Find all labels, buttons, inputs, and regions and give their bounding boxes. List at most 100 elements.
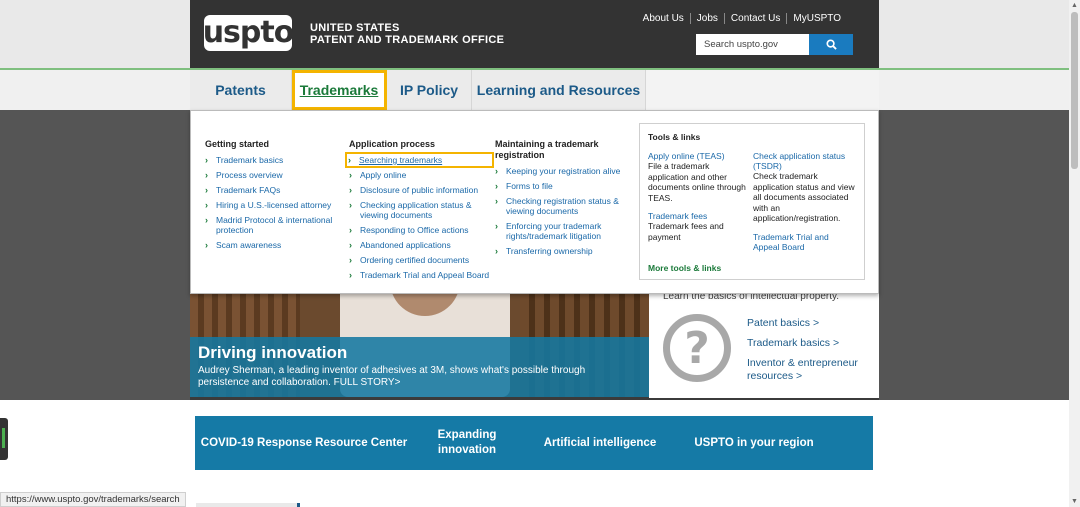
nav-tab-learning-resources[interactable]: Learning and Resources — [472, 70, 646, 110]
org-name-line1: UNITED STATES — [310, 22, 400, 34]
tsdr-description: Check trademark application status and v… — [753, 171, 855, 223]
link-jobs[interactable]: Jobs — [689, 13, 724, 24]
menu-link-office-actions[interactable]: › Responding to Office actions — [349, 225, 491, 235]
menu-column-application-process: Application process › Searching trademark… — [345, 139, 494, 285]
page-background-left — [0, 110, 190, 400]
chevron-right-icon: › — [349, 270, 352, 280]
fees-description: Trademark fees and payment — [648, 221, 724, 242]
chevron-right-icon: › — [495, 221, 498, 231]
link-artificial-intelligence[interactable]: Artificial intelligence — [521, 436, 679, 451]
scrollbar-thumb[interactable] — [1071, 12, 1078, 169]
link-expanding-innovation[interactable]: Expanding innovation — [413, 428, 521, 458]
link-patent-basics[interactable]: Patent basics > — [747, 317, 875, 330]
tools-and-links-box: Tools & links Apply online (TEAS) File a… — [639, 123, 865, 280]
trademarks-mega-menu: Getting started › Trademark basics › Proce… — [190, 110, 879, 294]
chevron-right-icon: › — [495, 181, 498, 191]
chevron-right-icon: › — [495, 196, 498, 206]
menu-link-hiring-attorney[interactable]: › Hiring a U.S.-licensed attorney — [205, 200, 335, 210]
menu-column-heading: Application process — [349, 139, 436, 149]
tools-column-left: Apply online (TEAS) File a trademark app… — [648, 151, 750, 250]
link-tsdr[interactable]: Check application status (TSDR) — [753, 151, 855, 171]
utility-links: About Us Jobs Contact Us MyUSPTO — [637, 13, 847, 24]
link-inventor-resources[interactable]: Inventor & entrepreneur resources > — [747, 357, 875, 383]
menu-link-keeping-registration[interactable]: › Keeping your registration alive — [495, 166, 629, 176]
menu-column-maintaining: Maintaining a trademark registration › Ke… — [495, 139, 629, 261]
org-name: UNITED STATES PATENT AND TRADEMARK OFFIC… — [310, 22, 504, 46]
feature-links-bar: COVID-19 Response Resource Center Expand… — [195, 416, 873, 470]
indicator-light-icon — [2, 428, 5, 448]
nav-tab-trademarks[interactable]: Trademarks — [292, 70, 387, 110]
chevron-right-icon: › — [349, 170, 352, 180]
chevron-right-icon: › — [205, 185, 208, 195]
chevron-right-icon: › — [349, 185, 352, 195]
chevron-right-icon: › — [205, 215, 208, 225]
link-uspto-in-region[interactable]: USPTO in your region — [679, 436, 829, 451]
tools-column-right: Check application status (TSDR) Check tr… — [753, 151, 855, 252]
chevron-right-icon: › — [349, 255, 352, 265]
menu-link-transferring-ownership[interactable]: › Transferring ownership — [495, 246, 629, 256]
link-trademark-basics[interactable]: Trademark basics > — [747, 337, 875, 350]
scroll-down-arrow-icon[interactable]: ▼ — [1069, 496, 1080, 507]
chevron-right-icon: › — [349, 240, 352, 250]
link-ttab-tool[interactable]: Trademark Trial and Appeal Board — [753, 232, 855, 252]
teas-description: File a trademark application and other d… — [648, 161, 746, 203]
menu-link-check-registration-status[interactable]: › Checking registration status & viewing … — [495, 196, 629, 216]
uspto-logo[interactable]: uspto — [202, 15, 295, 51]
chevron-right-icon: › — [349, 225, 352, 235]
ip-basics-links: Patent basics > Trademark basics > Inven… — [747, 317, 875, 390]
side-feedback-tab[interactable] — [0, 418, 8, 460]
menu-link-process-overview[interactable]: › Process overview — [205, 170, 335, 180]
menu-link-certified-documents[interactable]: › Ordering certified documents — [349, 255, 491, 265]
chevron-right-icon: › — [205, 240, 208, 250]
page-background-right — [879, 110, 1069, 400]
menu-link-check-application-status[interactable]: › Checking application status & viewing d… — [349, 200, 491, 220]
tools-heading: Tools & links — [648, 132, 701, 142]
menu-link-apply-online[interactable]: › Apply online — [349, 170, 491, 180]
menu-link-abandoned-applications[interactable]: › Abandoned applications — [349, 240, 491, 250]
org-name-line2: PATENT AND TRADEMARK OFFICE — [310, 34, 505, 46]
chevron-right-icon: › — [349, 200, 352, 210]
question-mark-icon: ? — [663, 314, 731, 382]
hero-banner[interactable]: Driving innovation Audrey Sherman, a lea… — [190, 294, 649, 397]
menu-link-disclosure[interactable]: › Disclosure of public information — [349, 185, 491, 195]
chevron-right-icon: › — [495, 166, 498, 176]
main-nav: Patents Trademarks IP Policy Learning an… — [190, 70, 646, 110]
search-input[interactable] — [696, 34, 809, 55]
link-teas[interactable]: Apply online (TEAS) — [648, 151, 750, 161]
browser-status-bar: https://www.uspto.gov/trademarks/search — [0, 492, 186, 507]
link-more-tools[interactable]: More tools & links — [648, 263, 721, 273]
hero-description[interactable]: Audrey Sherman, a leading inventor of ad… — [198, 365, 638, 389]
nav-filler — [646, 70, 879, 110]
hero-title[interactable]: Driving innovation — [198, 343, 347, 363]
nav-tab-ip-policy[interactable]: IP Policy — [387, 70, 472, 110]
link-covid-response[interactable]: COVID-19 Response Resource Center — [195, 436, 413, 451]
menu-link-trademark-faqs[interactable]: › Trademark FAQs — [205, 185, 335, 195]
menu-link-searching-trademarks[interactable]: › Searching trademarks — [345, 152, 494, 168]
menu-column-getting-started: Getting started › Trademark basics › Proce… — [205, 139, 335, 255]
page-bottom-strip — [196, 503, 300, 507]
link-trademark-fees[interactable]: Trademark fees — [648, 211, 750, 221]
menu-column-heading: Getting started — [205, 139, 270, 149]
chevron-right-icon: › — [205, 155, 208, 165]
magnifier-icon — [825, 39, 837, 50]
scroll-up-arrow-icon[interactable]: ▲ — [1069, 0, 1080, 11]
menu-link-scam-awareness[interactable]: › Scam awareness — [205, 240, 335, 250]
menu-column-heading: Maintaining a trademark registration — [495, 139, 599, 160]
menu-link-trademark-basics[interactable]: › Trademark basics — [205, 155, 335, 165]
menu-link-ttab[interactable]: › Trademark Trial and Appeal Board — [349, 270, 491, 280]
logo-text: uspto — [202, 15, 295, 50]
link-about-us[interactable]: About Us — [637, 13, 690, 24]
menu-link-madrid-protocol[interactable]: › Madrid Protocol & international protect… — [205, 215, 335, 235]
chevron-right-icon: › — [348, 155, 351, 165]
menu-link-forms-to-file[interactable]: › Forms to file — [495, 181, 629, 191]
menu-link-enforcing-rights[interactable]: › Enforcing your trademark rights/tradema… — [495, 221, 629, 241]
site-header: uspto UNITED STATES PATENT AND TRADEMARK… — [190, 0, 879, 68]
chevron-right-icon: › — [205, 170, 208, 180]
chevron-right-icon: › — [205, 200, 208, 210]
search-button[interactable] — [809, 34, 853, 55]
ip-basics-panel: Learn the basics of intellectual propert… — [649, 291, 879, 398]
link-contact-us[interactable]: Contact Us — [723, 13, 786, 24]
nav-tab-patents[interactable]: Patents — [190, 70, 292, 110]
link-myuspto[interactable]: MyUSPTO — [786, 13, 847, 24]
chevron-right-icon: › — [495, 246, 498, 256]
